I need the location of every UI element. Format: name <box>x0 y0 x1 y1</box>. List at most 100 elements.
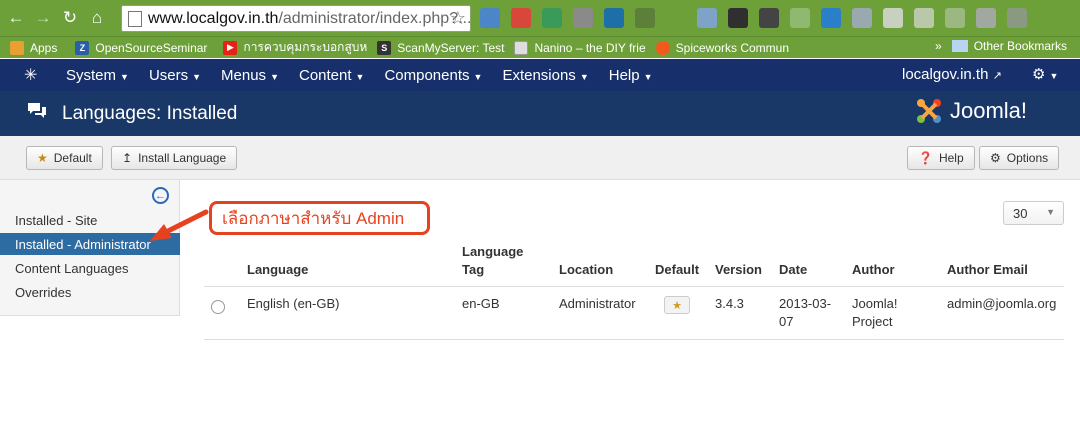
bookmark-label: ScanMyServer: Test <box>397 40 505 55</box>
cell-date-line2: 07 <box>779 314 794 329</box>
default-star-icon[interactable]: ★ <box>664 296 690 314</box>
options-button[interactable]: ⚙ Options <box>979 146 1060 170</box>
menu-label: Users <box>148 66 189 84</box>
google-plus-extension-icon[interactable] <box>511 8 531 28</box>
d-extension-icon[interactable] <box>728 8 748 28</box>
column-header-date[interactable]: Date <box>779 261 807 279</box>
k-extension-icon[interactable] <box>759 8 779 28</box>
menu-label: Help <box>608 66 640 84</box>
list-limit-select[interactable]: 30 ▼ <box>1003 201 1064 225</box>
url-domain: www.localgov.in.th <box>148 9 279 27</box>
question-circle-icon: ❓ <box>918 151 933 165</box>
cell-author-email: admin@joomla.org <box>947 296 1057 311</box>
help-button[interactable]: ❓ Help <box>907 146 975 170</box>
default-button[interactable]: ★ Default <box>26 146 103 170</box>
sidebar-item-overrides[interactable]: Overrides <box>0 281 180 303</box>
menu-help[interactable]: Help ▼ <box>609 67 653 84</box>
cell-date-line1: 2013-03- <box>779 296 832 311</box>
menu-menus[interactable]: Menus ▼ <box>221 67 279 84</box>
sidebar-item-label: Installed - Administrator <box>15 236 151 252</box>
admin-navbar: ✳ System ▼ Users ▼ Menus ▼ Content ▼ Compone… <box>0 59 1080 91</box>
page-header: Languages: Installed Joomla! <box>0 91 1080 136</box>
scale-extension-icon[interactable] <box>914 8 934 28</box>
column-header-location[interactable]: Location <box>559 261 613 279</box>
pen-extension-icon[interactable] <box>635 8 655 28</box>
screen-extension-icon[interactable] <box>542 8 562 28</box>
menu-system[interactable]: System ▼ <box>66 67 129 84</box>
drop-extension-icon[interactable] <box>821 8 841 28</box>
annotation-text: เลือกภาษาสำหรับ Admin <box>222 208 405 228</box>
menu-label: System <box>66 66 117 84</box>
bookmark-opensourceseminar[interactable]: Z OpenSourceSeminar <box>75 40 208 55</box>
drive-extension-icon[interactable] <box>945 8 965 28</box>
cube-extension-icon[interactable] <box>883 8 903 28</box>
copy-extension-icon[interactable] <box>852 8 872 28</box>
caret-down-icon: ▼ <box>473 71 483 82</box>
collapse-sidebar-icon[interactable]: ← <box>152 187 169 204</box>
cell-author-line2: Project <box>852 314 893 329</box>
page-icon <box>128 10 142 27</box>
sidebar-item-label: Installed - Site <box>15 212 98 228</box>
user-settings-menu[interactable]: ⚙ ▼ <box>1032 65 1058 83</box>
row-select-radio[interactable] <box>211 300 225 314</box>
cell-language: English (en-GB) <box>247 296 340 311</box>
back-icon[interactable]: ← <box>5 7 27 29</box>
calendar-extension-icon[interactable] <box>480 8 500 28</box>
gear-icon: ⚙ <box>990 151 1001 165</box>
twitter-extension-icon[interactable] <box>604 8 624 28</box>
check-extension-icon[interactable] <box>790 8 810 28</box>
other-bookmarks[interactable]: » Other Bookmarks <box>935 39 1067 53</box>
brand-name: Joomla! <box>950 98 1028 123</box>
comments-icon <box>26 101 50 126</box>
ebay-extension-icon[interactable] <box>666 8 686 28</box>
menu-users[interactable]: Users ▼ <box>149 67 201 84</box>
column-header-version[interactable]: Version <box>715 261 762 279</box>
caret-down-icon: ▼ <box>270 71 279 82</box>
sidebar-item-label: Content Languages <box>15 260 129 276</box>
caret-down-icon: ▼ <box>643 71 653 82</box>
puzzle-extension-icon[interactable] <box>1007 8 1027 28</box>
bookmark-spiceworks[interactable]: Spiceworks Commun <box>655 40 790 55</box>
menu-components[interactable]: Components ▼ <box>384 67 482 84</box>
install-language-button[interactable]: ↥ Install Language <box>111 146 238 170</box>
column-header-language-tag-line1[interactable]: Language <box>462 243 523 261</box>
column-header-author[interactable]: Author <box>852 261 895 279</box>
table-header-divider <box>204 286 1064 287</box>
sidebar-item-content-languages[interactable]: Content Languages <box>0 257 180 279</box>
column-header-default[interactable]: Default <box>655 261 699 279</box>
more-bookmarks-chevron[interactable]: » <box>935 39 942 53</box>
bookmark-scanmyserver[interactable]: S ScanMyServer: Test <box>377 40 505 55</box>
bookmark-nanino[interactable]: Nanino – the DIY frie <box>514 40 646 55</box>
column-header-language-tag-line2[interactable]: Tag <box>462 261 484 279</box>
column-header-language[interactable]: Language <box>247 261 308 279</box>
camera-extension-icon[interactable] <box>697 8 717 28</box>
bookmark-apps[interactable]: Apps <box>10 40 57 55</box>
chevron-down-icon: ▼ <box>1046 207 1055 217</box>
action-toolbar: ★ Default ↥ Install Language ❓ Help ⚙ Op… <box>0 136 1080 180</box>
install-button-label: Install Language <box>138 151 227 165</box>
cell-author-line1: Joomla! <box>852 296 898 311</box>
bookmark-label: OpenSourceSeminar <box>95 40 208 55</box>
joomla-logo-icon[interactable]: ✳ <box>24 65 46 85</box>
annotation-callout: เลือกภาษาสำหรับ Admin <box>209 201 430 235</box>
site-link[interactable]: localgov.in.th ↗ <box>902 66 1002 83</box>
k2-extension-icon[interactable] <box>976 8 996 28</box>
bookmark-youtube[interactable]: ▶ การควบคุมกระบอกสูบห <box>223 38 367 57</box>
column-header-author-email[interactable]: Author Email <box>947 261 1028 279</box>
menu-label: Components <box>384 66 470 84</box>
in-extension-icon[interactable] <box>573 8 593 28</box>
forward-icon[interactable]: → <box>32 7 54 29</box>
bookmark-star-icon[interactable]: ☆ <box>450 8 466 29</box>
help-button-label: Help <box>938 151 964 165</box>
menu-content[interactable]: Content ▼ <box>299 67 364 84</box>
menu-extensions[interactable]: Extensions ▼ <box>502 67 588 84</box>
reload-icon[interactable]: ↻ <box>59 7 81 29</box>
joomla-brand: Joomla! <box>914 96 1027 126</box>
bookmark-label: Nanino – the DIY frie <box>534 40 646 55</box>
external-link-icon: ↗ <box>992 70 1002 82</box>
home-icon[interactable]: ⌂ <box>86 7 108 29</box>
bookmark-label: Spiceworks Commun <box>675 40 790 55</box>
address-bar[interactable]: www.localgov.in.th/administrator/index.p… <box>121 5 471 32</box>
caret-down-icon: ▼ <box>579 71 589 82</box>
bookmarks-bar: Apps Z OpenSourceSeminar ▶ การควบคุมกระบ… <box>0 36 1080 58</box>
